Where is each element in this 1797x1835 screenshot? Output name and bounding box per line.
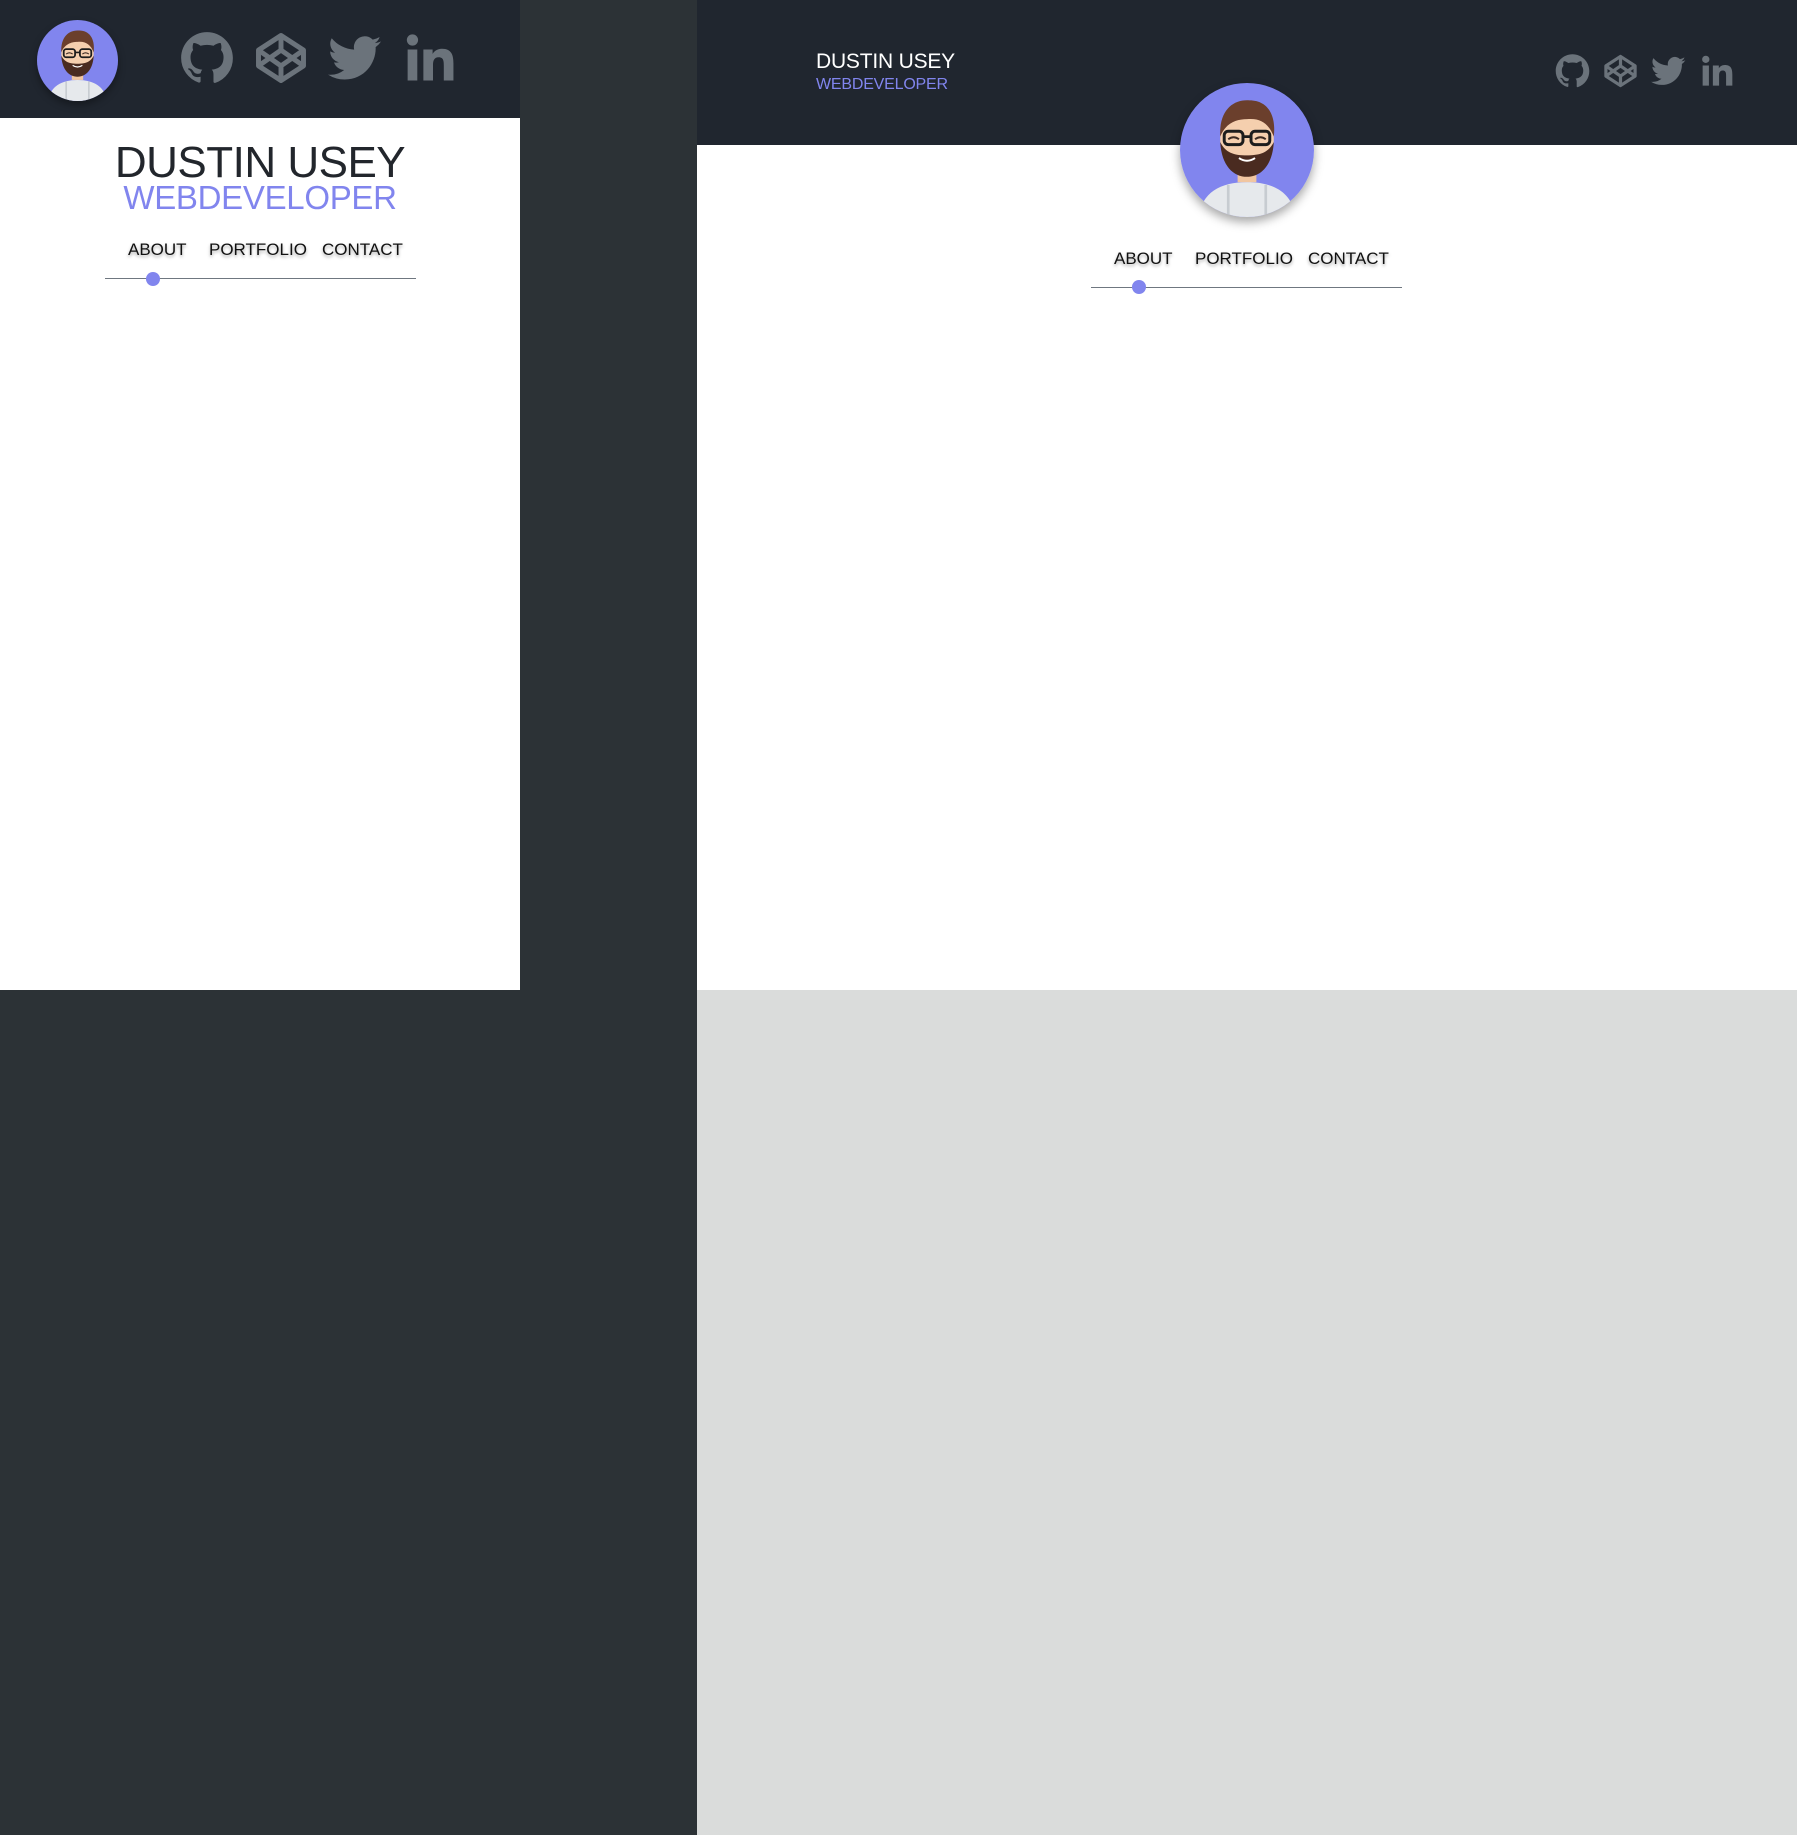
profile-role: WEBDEVELOPER: [123, 179, 397, 216]
nav-active-indicator: [1132, 280, 1146, 294]
mobile-header: [0, 0, 520, 118]
avatar-illustration: [37, 20, 118, 101]
nav-portfolio[interactable]: PORTFOLIO: [209, 240, 307, 260]
mobile-preview: DUSTIN USEY WEBDEVELOPER ABOUT PORTFOLIO…: [0, 0, 520, 990]
linkedin-icon[interactable]: [1699, 53, 1734, 89]
header-role: WEBDEVELOPER: [816, 76, 948, 93]
nav-active-indicator: [146, 272, 160, 286]
twitter-icon[interactable]: [1651, 53, 1686, 89]
avatar[interactable]: [1180, 83, 1314, 217]
nav-about[interactable]: ABOUT: [128, 240, 187, 260]
nav-portfolio[interactable]: PORTFOLIO: [1195, 249, 1293, 269]
twitter-icon[interactable]: [328, 30, 382, 86]
linkedin-icon[interactable]: [402, 30, 456, 86]
social-links: [1555, 53, 1734, 89]
avatar-illustration: [1180, 83, 1314, 217]
nav-about[interactable]: ABOUT: [1114, 249, 1173, 269]
main-nav: ABOUT PORTFOLIO CONTACT: [105, 240, 416, 286]
main-nav: ABOUT PORTFOLIO CONTACT: [1091, 249, 1402, 294]
social-links: [180, 30, 456, 86]
github-icon[interactable]: [180, 30, 234, 86]
nav-contact[interactable]: CONTACT: [322, 240, 403, 260]
github-icon[interactable]: [1555, 53, 1590, 89]
footer-area: [697, 990, 1797, 1835]
header-name[interactable]: DUSTIN USEY: [816, 50, 955, 74]
codepen-icon[interactable]: [1603, 53, 1638, 89]
avatar[interactable]: [37, 20, 118, 101]
desktop-preview: DUSTIN USEY WEBDEVELOPER ABOUT PORTFOLIO…: [697, 0, 1797, 990]
nav-contact[interactable]: CONTACT: [1308, 249, 1389, 269]
codepen-icon[interactable]: [254, 30, 308, 86]
